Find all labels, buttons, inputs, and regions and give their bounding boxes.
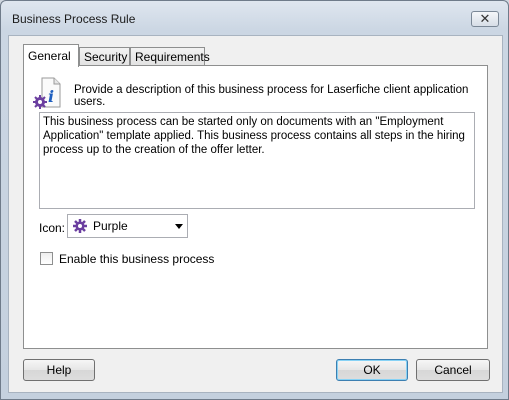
- description-info-icon: i: [33, 77, 61, 109]
- enable-checkbox-label[interactable]: Enable this business process: [59, 252, 214, 266]
- dialog-window: Business Process Rule ✕ General Security…: [0, 0, 509, 400]
- tab-security[interactable]: Security: [79, 47, 130, 65]
- chevron-down-icon[interactable]: [175, 224, 183, 229]
- dialog-content: General Security Requirements i Provide …: [8, 35, 503, 393]
- ok-button[interactable]: OK: [336, 359, 408, 381]
- purple-gear-icon: [73, 219, 87, 233]
- tab-security-label: Security: [84, 50, 128, 64]
- close-button[interactable]: ✕: [471, 11, 499, 27]
- tab-general-label: General: [28, 49, 71, 63]
- tab-requirements[interactable]: Requirements: [130, 47, 210, 65]
- close-icon: ✕: [479, 11, 491, 26]
- cancel-button[interactable]: Cancel: [416, 359, 490, 381]
- description-prompt: Provide a description of this business p…: [74, 84, 469, 108]
- tab-general[interactable]: General: [23, 44, 79, 67]
- title-bar[interactable]: Business Process Rule ✕: [1, 1, 508, 35]
- description-textarea[interactable]: This business process can be started onl…: [39, 112, 475, 209]
- icon-select[interactable]: Purple: [67, 214, 188, 238]
- svg-text:i: i: [48, 87, 54, 106]
- icon-label: Icon:: [39, 221, 66, 235]
- window-title: Business Process Rule: [12, 12, 136, 26]
- general-panel: i Provide a description of this business…: [23, 65, 488, 349]
- enable-checkbox[interactable]: [40, 252, 53, 265]
- icon-select-value: Purple: [93, 219, 128, 233]
- tab-requirements-label: Requirements: [135, 50, 210, 64]
- help-button[interactable]: Help: [23, 359, 95, 381]
